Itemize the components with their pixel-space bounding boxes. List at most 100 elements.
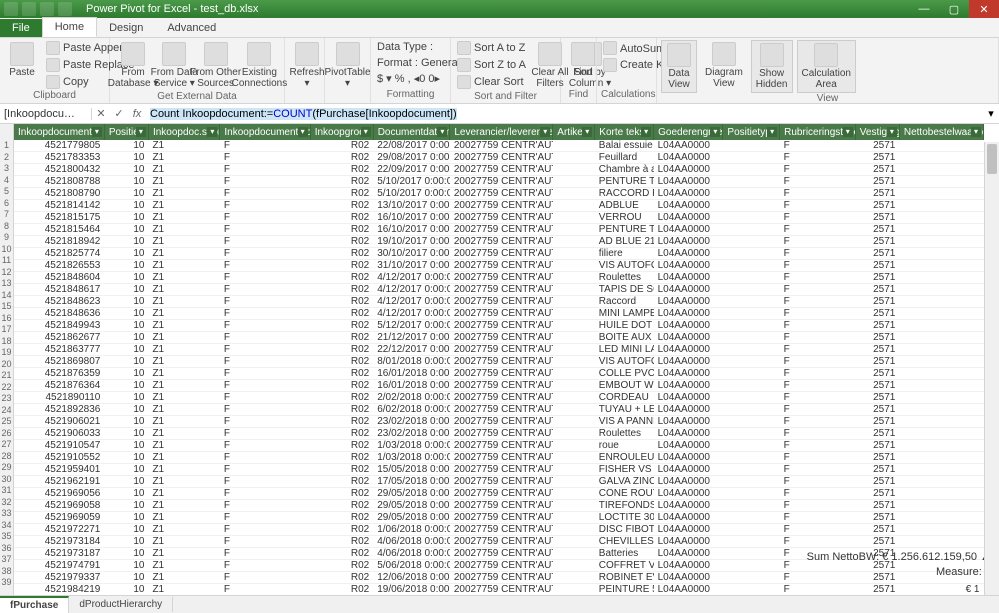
table-cell[interactable]: 2571 xyxy=(855,512,899,524)
table-cell[interactable] xyxy=(899,176,983,188)
table-cell[interactable]: Z1 xyxy=(148,452,219,464)
table-cell[interactable] xyxy=(899,188,983,200)
table-cell[interactable]: 4521818942 xyxy=(14,236,104,248)
table-cell[interactable]: F xyxy=(220,224,310,236)
table-cell[interactable]: 20027759 CENTR'AUTO xyxy=(450,224,553,236)
table-cell[interactable]: F xyxy=(780,272,856,284)
table-cell[interactable]: 1/03/2018 0:00:00 xyxy=(373,440,450,452)
table-cell[interactable] xyxy=(723,296,780,308)
column-header[interactable]: Leverancier/leverende vest.▾ xyxy=(450,124,553,140)
clear-sort-button[interactable]: Clear Sort xyxy=(455,74,528,90)
table-row[interactable]: 452184994310Z1FR025/12/2017 0:00:0020027… xyxy=(14,320,984,332)
table-cell[interactable]: F xyxy=(780,284,856,296)
table-cell[interactable]: F xyxy=(220,260,310,272)
table-cell[interactable]: CÔNE ROUTIER xyxy=(595,488,654,500)
table-cell[interactable]: 2571 xyxy=(855,500,899,512)
table-cell[interactable]: 12/06/2018 0:00:00 xyxy=(373,572,450,584)
table-cell[interactable]: L04AA0000 xyxy=(654,572,723,584)
table-cell[interactable]: L04AA0000 xyxy=(654,176,723,188)
table-cell[interactable]: F xyxy=(220,284,310,296)
table-cell[interactable]: Z1 xyxy=(148,560,219,572)
table-cell[interactable]: 10 xyxy=(104,356,148,368)
table-cell[interactable]: 20027759 CENTR'AUTO xyxy=(450,524,553,536)
table-cell[interactable]: R02 xyxy=(310,296,373,308)
qat-redo-icon[interactable] xyxy=(58,2,72,16)
table-row[interactable]: 452196905910Z1FR0229/05/2018 0:00:002002… xyxy=(14,512,984,524)
table-cell[interactable]: F xyxy=(220,176,310,188)
table-cell[interactable]: R02 xyxy=(310,404,373,416)
filter-dropdown-icon[interactable]: ▾ xyxy=(92,127,102,137)
table-cell[interactable]: MINI LAMPE … xyxy=(595,308,654,320)
table-cell[interactable]: 20027759 CENTR'AUTO xyxy=(450,584,553,596)
table-cell[interactable] xyxy=(723,440,780,452)
table-cell[interactable]: L04AA0000 xyxy=(654,560,723,572)
table-cell[interactable]: 2571 xyxy=(855,320,899,332)
tab-home[interactable]: Home xyxy=(42,17,97,37)
table-cell[interactable]: 4521906033 xyxy=(14,428,104,440)
table-cell[interactable]: 10 xyxy=(104,152,148,164)
table-cell[interactable]: 2571 xyxy=(855,332,899,344)
table-cell[interactable]: 10 xyxy=(104,296,148,308)
table-cell[interactable]: 6/02/2018 0:00:00 xyxy=(373,404,450,416)
table-cell[interactable] xyxy=(553,512,595,524)
formula-input[interactable]: Count Inkoopdocument:=COUNT(fPurchase[In… xyxy=(146,108,983,120)
table-cell[interactable] xyxy=(553,428,595,440)
table-cell[interactable]: Z1 xyxy=(148,272,219,284)
table-cell[interactable]: F xyxy=(220,200,310,212)
table-cell[interactable]: 10 xyxy=(104,236,148,248)
table-cell[interactable] xyxy=(553,380,595,392)
tab-advanced[interactable]: Advanced xyxy=(155,19,228,37)
table-cell[interactable]: Z1 xyxy=(148,188,219,200)
table-cell[interactable] xyxy=(553,572,595,584)
table-cell[interactable]: L04AA0000 xyxy=(654,284,723,296)
table-cell[interactable] xyxy=(723,200,780,212)
table-cell[interactable]: 22/09/2017 0:00:00 xyxy=(373,164,450,176)
table-cell[interactable]: 2571 xyxy=(855,368,899,380)
table-cell[interactable]: Z1 xyxy=(148,488,219,500)
table-cell[interactable] xyxy=(553,320,595,332)
table-cell[interactable]: 10 xyxy=(104,428,148,440)
table-cell[interactable]: 4521849943 xyxy=(14,320,104,332)
table-cell[interactable]: 10 xyxy=(104,320,148,332)
table-cell[interactable]: 20027759 CENTR'AUTO xyxy=(450,188,553,200)
table-cell[interactable]: Z1 xyxy=(148,368,219,380)
column-header[interactable]: Inkoopdocumenttype▾ xyxy=(220,124,310,140)
table-row[interactable]: 452189283610Z1FR026/02/2018 0:00:0020027… xyxy=(14,404,984,416)
table-row[interactable]: 452184861710Z1FR024/12/2017 0:00:0020027… xyxy=(14,284,984,296)
table-cell[interactable]: VIS AUTOFOR… xyxy=(595,260,654,272)
table-row[interactable]: 452189011010Z1FR022/02/2018 0:00:0020027… xyxy=(14,392,984,404)
table-cell[interactable]: R02 xyxy=(310,356,373,368)
scroll-thumb[interactable] xyxy=(987,144,997,174)
table-cell[interactable] xyxy=(553,404,595,416)
table-cell[interactable]: F xyxy=(220,140,310,152)
filter-dropdown-icon[interactable]: ▾ xyxy=(582,127,592,137)
table-cell[interactable]: F xyxy=(780,536,856,548)
table-cell[interactable]: R02 xyxy=(310,464,373,476)
table-cell[interactable]: Chambre à ai… xyxy=(595,164,654,176)
table-cell[interactable] xyxy=(899,284,983,296)
table-row[interactable]: 452181546410Z1FR0216/10/2017 0:00:002002… xyxy=(14,224,984,236)
column-header[interactable]: Inkoopgroep▾ xyxy=(310,124,373,140)
table-cell[interactable]: F xyxy=(780,476,856,488)
table-row[interactable]: 452180878810Z1FR025/10/2017 0:00:0020027… xyxy=(14,176,984,188)
table-cell[interactable]: F xyxy=(780,524,856,536)
table-cell[interactable]: 4521962191 xyxy=(14,476,104,488)
sheet-tab-dproducthierarchy[interactable]: dProductHierarchy xyxy=(69,597,173,612)
table-cell[interactable]: 4521906021 xyxy=(14,416,104,428)
vertical-scrollbar[interactable] xyxy=(984,142,999,595)
table-cell[interactable]: LED MINI LA… xyxy=(595,344,654,356)
table-cell[interactable]: F xyxy=(220,392,310,404)
table-cell[interactable]: 10 xyxy=(104,308,148,320)
table-cell[interactable]: 10 xyxy=(104,344,148,356)
table-cell[interactable]: L04AA0000 xyxy=(654,512,723,524)
table-cell[interactable] xyxy=(553,284,595,296)
table-cell[interactable]: roue xyxy=(595,440,654,452)
table-cell[interactable]: 4521808790 xyxy=(14,188,104,200)
table-cell[interactable]: Z1 xyxy=(148,524,219,536)
table-cell[interactable] xyxy=(899,140,983,152)
cancel-formula-button[interactable]: ✕ xyxy=(92,107,110,120)
table-cell[interactable]: R02 xyxy=(310,272,373,284)
table-cell[interactable] xyxy=(899,200,983,212)
table-cell[interactable]: AD BLUE 210L xyxy=(595,236,654,248)
table-cell[interactable]: L04AA0000 xyxy=(654,272,723,284)
